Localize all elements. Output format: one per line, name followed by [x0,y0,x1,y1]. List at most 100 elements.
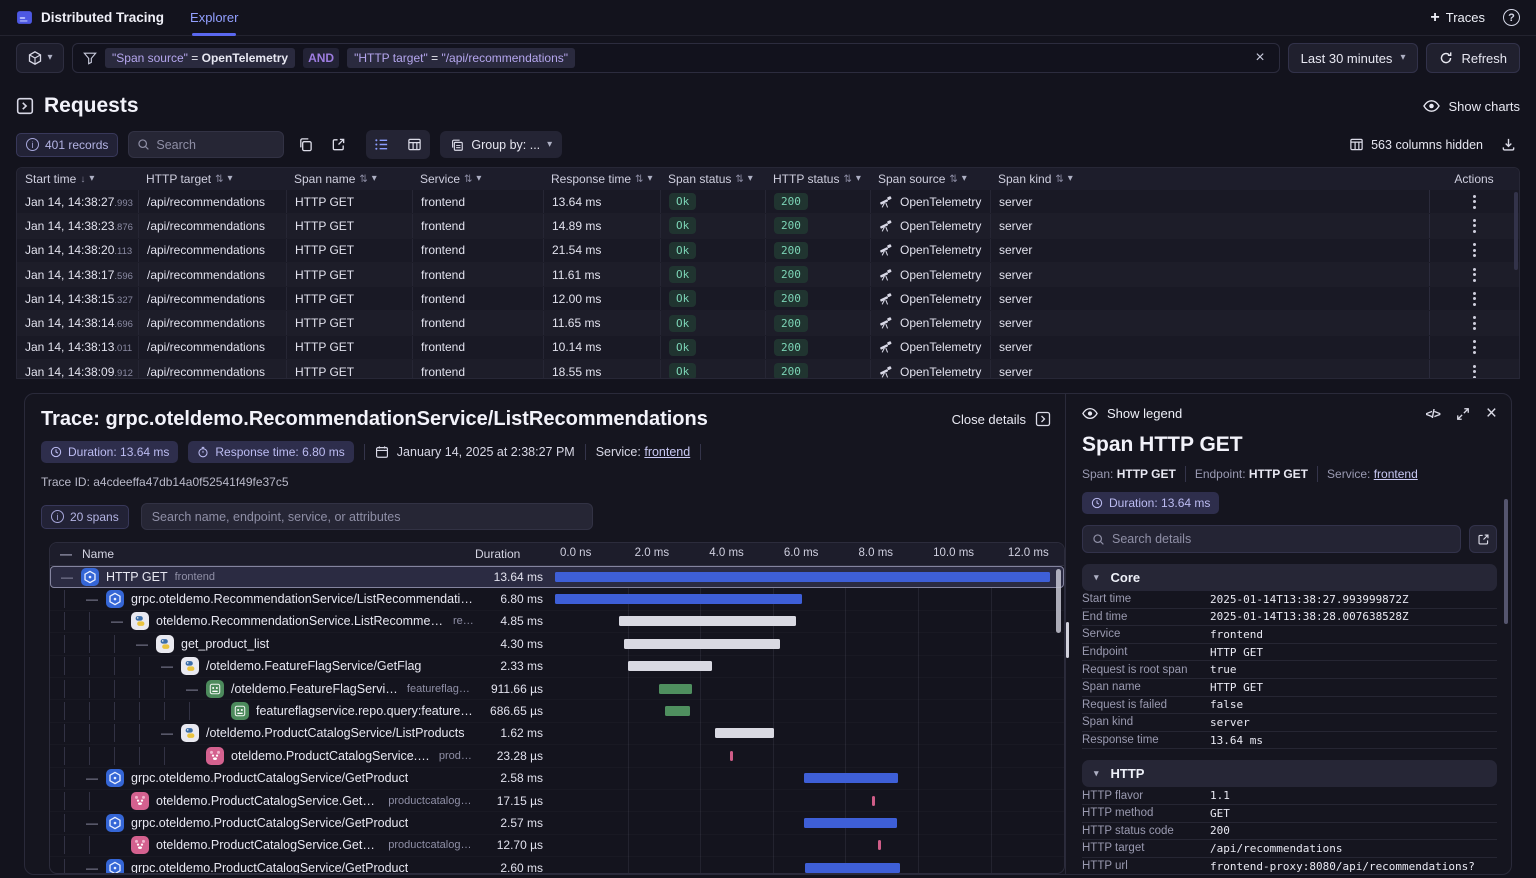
add-traces-button[interactable]: + Traces [1430,10,1485,26]
open-in-new-icon[interactable] [327,133,350,156]
span-bar[interactable] [555,572,1050,582]
span-bar[interactable] [805,863,900,873]
show-legend-button[interactable]: Show legend [1107,406,1182,421]
span-bar[interactable] [624,639,780,649]
detail-scrollbar-thumb[interactable] [1066,622,1069,658]
filter-operator-and[interactable]: AND [303,48,339,68]
table-search-input[interactable]: Search [128,131,284,158]
row-actions-kebab-icon[interactable] [1467,336,1482,358]
row-actions-kebab-icon[interactable] [1467,288,1482,310]
span-row[interactable]: — /oteldemo.FeatureFlagService/GetFlag f… [50,678,1064,700]
span-bar[interactable] [619,616,795,626]
span-row[interactable]: oteldemo.ProductCatalogService.GetProduc… [50,835,1064,857]
copy-icon[interactable] [294,133,317,156]
span-bar[interactable] [555,594,802,604]
span-bar[interactable] [804,773,898,783]
col-http-status[interactable]: HTTP status⇅▾ [765,172,870,186]
filter-chip-span-source[interactable]: "Span source" = OpenTelemetry [105,48,295,68]
list-view-icon[interactable] [370,133,393,156]
row-actions-kebab-icon[interactable] [1467,361,1482,379]
help-icon[interactable]: ? [1503,9,1520,26]
download-icon[interactable] [1497,133,1520,156]
span-search-input[interactable]: Search name, endpoint, service, or attri… [141,503,593,530]
span-bar[interactable] [628,661,713,671]
row-actions-kebab-icon[interactable] [1467,215,1482,237]
collapse-all-icon[interactable]: — [60,547,72,561]
table-scrollbar[interactable] [1514,192,1518,270]
table-row[interactable]: Jan 14, 14:38:27.993 /api/recommendation… [17,190,1519,214]
table-row[interactable]: Jan 14, 14:38:15.327 /api/recommendation… [17,287,1519,311]
table-row[interactable]: Jan 14, 14:38:20.113 /api/recommendation… [17,239,1519,263]
span-row[interactable]: — grpc.oteldemo.ProductCatalogService/Ge… [50,768,1064,790]
span-bar[interactable] [715,728,774,738]
collapse-toggle[interactable]: — [60,570,74,584]
span-row[interactable]: oteldemo.ProductCatalogService.ListProdu… [50,745,1064,767]
source-selector-button[interactable]: ▾ [16,43,64,73]
span-row[interactable]: — /oteldemo.FeatureFlagService/GetFlag 2… [50,656,1064,678]
collapse-toggle[interactable]: — [135,637,149,651]
span-bar[interactable] [659,684,692,694]
query-filter-input[interactable]: "Span source" = OpenTelemetry AND "HTTP … [72,43,1280,73]
span-row[interactable]: — /oteldemo.ProductCatalogService/ListPr… [50,723,1064,745]
span-bar[interactable] [730,751,733,761]
service-link[interactable]: frontend [1374,467,1418,481]
table-view-icon[interactable] [403,133,426,156]
row-actions-kebab-icon[interactable] [1467,191,1482,213]
span-row[interactable]: — grpc.oteldemo.RecommendationService/Li… [50,588,1064,610]
table-row[interactable]: Jan 14, 14:38:23.876 /api/recommendation… [17,214,1519,238]
span-bar[interactable] [878,840,881,850]
span-row[interactable]: — oteldemo.RecommendationService.ListRec… [50,611,1064,633]
table-row[interactable]: Jan 14, 14:38:17.596 /api/recommendation… [17,263,1519,287]
collapse-toggle[interactable]: — [85,592,99,606]
col-http-target[interactable]: HTTP target⇅▾ [138,172,286,186]
span-row[interactable]: — HTTP GET frontend 13.64 ms [50,566,1064,588]
col-response-time[interactable]: Response time⇅▾ [543,172,660,186]
section-core[interactable]: ▾ Core [1082,564,1497,591]
collapse-toggle[interactable]: — [110,614,124,628]
detail-search-input[interactable]: Search details [1082,525,1461,553]
service-link[interactable]: frontend [644,445,690,459]
time-range-dropdown[interactable]: Last 30 minutes ▾ [1288,43,1419,73]
col-span-status[interactable]: Span status⇅▾ [660,172,765,186]
span-row[interactable]: featureflagservice.repo.query:featurefla… [50,700,1064,722]
col-span-name[interactable]: Span name⇅▾ [286,172,412,186]
span-row[interactable]: — get_product_list 4.30 ms [50,633,1064,655]
waterfall-scrollbar[interactable] [1056,569,1061,633]
col-span-source[interactable]: Span source⇅▾ [870,172,990,186]
span-row[interactable]: — grpc.oteldemo.ProductCatalogService/Ge… [50,812,1064,834]
refresh-button[interactable]: Refresh [1426,43,1520,73]
section-http[interactable]: ▾ HTTP [1082,760,1497,787]
span-bar[interactable] [872,796,875,806]
row-actions-kebab-icon[interactable] [1467,264,1482,286]
table-row[interactable]: Jan 14, 14:38:14.696 /api/recommendation… [17,311,1519,335]
table-row[interactable]: Jan 14, 14:38:09.912 /api/recommendation… [17,360,1519,379]
col-span-kind[interactable]: Span kind⇅▾ [990,172,1429,186]
col-start-time[interactable]: Start time↓▾ [17,172,138,186]
group-by-dropdown[interactable]: Group by: ... ▾ [440,131,562,158]
close-details-button[interactable]: Close details [952,408,1051,427]
detail-panel-scrollbar[interactable] [1504,499,1508,624]
span-row[interactable]: — grpc.oteldemo.ProductCatalogService/Ge… [50,857,1064,874]
close-icon[interactable]: × [1486,404,1497,423]
row-actions-kebab-icon[interactable] [1467,312,1482,334]
open-in-new-button[interactable] [1469,525,1497,553]
tab-explorer[interactable]: Explorer [190,0,238,36]
span-bar[interactable] [665,706,690,716]
columns-hidden-button[interactable]: 563 columns hidden [1349,137,1483,152]
row-actions-kebab-icon[interactable] [1467,239,1482,261]
collapse-toggle[interactable]: — [85,861,99,874]
show-charts-button[interactable]: Show charts [1423,99,1520,114]
code-view-icon[interactable]: </> [1426,407,1440,421]
filter-chip-http-target[interactable]: "HTTP target" = "/api/recommendations" [347,48,575,68]
collapse-toggle[interactable]: — [185,682,199,696]
expand-icon[interactable] [1456,407,1470,421]
collapse-toggle[interactable]: — [85,816,99,830]
clear-filter-icon[interactable]: × [1251,49,1268,67]
collapse-toggle[interactable]: — [160,659,174,673]
span-bar[interactable] [804,818,897,828]
collapse-toggle[interactable]: — [85,771,99,785]
span-row[interactable]: oteldemo.ProductCatalogService.GetProduc… [50,790,1064,812]
col-service[interactable]: Service⇅▾ [412,172,543,186]
table-row[interactable]: Jan 14, 14:38:13.011 /api/recommendation… [17,336,1519,360]
collapse-toggle[interactable]: — [160,726,174,740]
